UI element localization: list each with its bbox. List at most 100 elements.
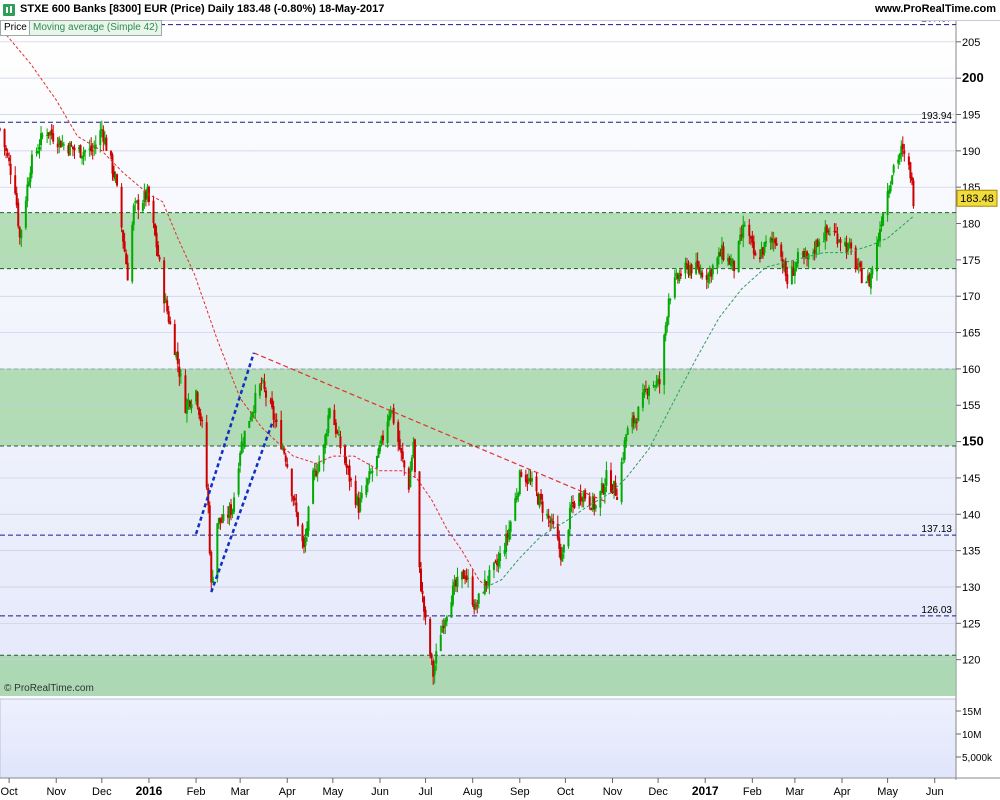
candle-body (157, 245, 160, 257)
candle-body (176, 351, 179, 364)
candle-body (125, 253, 128, 265)
candle-body (318, 461, 321, 472)
candle-body (264, 390, 267, 398)
x-tick-label: Mar (231, 786, 250, 798)
candle-body (573, 503, 576, 508)
candle-body (541, 501, 544, 513)
candle-body (272, 406, 275, 420)
candle-body (73, 147, 76, 151)
y-tick-label: 165 (962, 328, 980, 340)
legend-price[interactable]: Price (0, 20, 31, 36)
candle-body (166, 300, 169, 312)
candle-body (233, 497, 236, 512)
candle-body (879, 228, 882, 241)
candle-body (99, 130, 102, 146)
candle-body (199, 413, 202, 421)
candle-body (499, 553, 502, 562)
candle-body (284, 455, 287, 462)
candle-body (208, 505, 211, 554)
candle-body (271, 398, 274, 408)
candle-body (3, 129, 6, 148)
x-tick-label: Feb (187, 786, 206, 798)
candle-body (17, 202, 20, 227)
candle-body (658, 379, 661, 385)
candle-body (733, 260, 736, 272)
copyright: © ProRealTime.com (4, 683, 94, 694)
candle-body (690, 264, 693, 274)
candle-body (386, 421, 389, 444)
x-tick-label: 2017 (692, 784, 719, 798)
candle-body (442, 625, 445, 629)
candle-body (258, 384, 261, 396)
candle-body (296, 512, 299, 526)
candle-body (418, 471, 421, 568)
candle-body (673, 277, 676, 298)
candle-body (36, 150, 39, 154)
candle-body (535, 476, 538, 492)
y-tick-label: 180 (962, 219, 980, 231)
candle-body (131, 224, 134, 282)
candle-body (856, 266, 859, 268)
candle-body (860, 268, 863, 283)
candle-body (211, 576, 214, 583)
candle-body (793, 268, 796, 276)
candle-body (91, 150, 94, 152)
candle-body (275, 419, 278, 422)
candle-body (220, 521, 223, 523)
candle-body (26, 184, 29, 202)
candle-body (429, 618, 432, 655)
candle-body (38, 147, 41, 150)
candle-body (722, 246, 725, 261)
candle-body (413, 439, 416, 473)
reference-line-label: 137.13 (921, 524, 952, 535)
price-chart[interactable]: 207.37193.94137.13126.03 205200195190185… (0, 0, 1000, 800)
x-tick-label: Oct (1, 786, 18, 798)
x-tick-label: Aug (463, 786, 483, 798)
last-price-label: 183.48 (960, 193, 994, 205)
x-tick-label: Jun (371, 786, 389, 798)
candle-body (771, 238, 774, 241)
legend-moving-average[interactable]: Moving average (Simple 42) (29, 20, 163, 36)
candle-body (52, 133, 55, 142)
candle-body (765, 241, 768, 244)
candle-body (111, 154, 114, 174)
support-zone (0, 655, 956, 696)
candle-body (123, 241, 126, 252)
candle-body (743, 225, 746, 227)
candle-body (644, 388, 647, 390)
candle-body (307, 506, 310, 531)
candle-body (634, 419, 637, 424)
candle-body (530, 478, 533, 482)
candle-body (667, 298, 670, 318)
site-name[interactable]: www.ProRealTime.com (875, 3, 996, 15)
candle-body (120, 186, 123, 228)
candle-body (666, 317, 669, 327)
candle-body (625, 434, 628, 442)
x-tick-label: May (322, 786, 343, 798)
candle-body (679, 273, 682, 276)
candle-body (910, 176, 913, 181)
candle-body (494, 560, 497, 562)
candle-body (561, 553, 564, 562)
candle-body (68, 142, 71, 156)
candle-body (263, 381, 266, 389)
candle-body (716, 257, 719, 268)
candle-body (663, 334, 666, 386)
candle-body (875, 242, 878, 272)
x-tick-label: Apr (279, 786, 296, 798)
candle-body (433, 665, 436, 675)
candle-body (201, 419, 204, 421)
x-tick-label: Dec (92, 786, 112, 798)
candle-body (155, 232, 158, 248)
x-tick-label: Nov (603, 786, 623, 798)
reference-line-label: 126.03 (921, 605, 952, 616)
candle-body (249, 416, 252, 421)
x-tick-label: Oct (557, 786, 574, 798)
candle-body (584, 490, 587, 499)
candle-body (293, 497, 296, 501)
candle-body (365, 485, 368, 495)
candle-body (248, 420, 251, 428)
candle-body (654, 386, 657, 388)
candle-body (754, 252, 757, 256)
candle-body (82, 151, 85, 157)
